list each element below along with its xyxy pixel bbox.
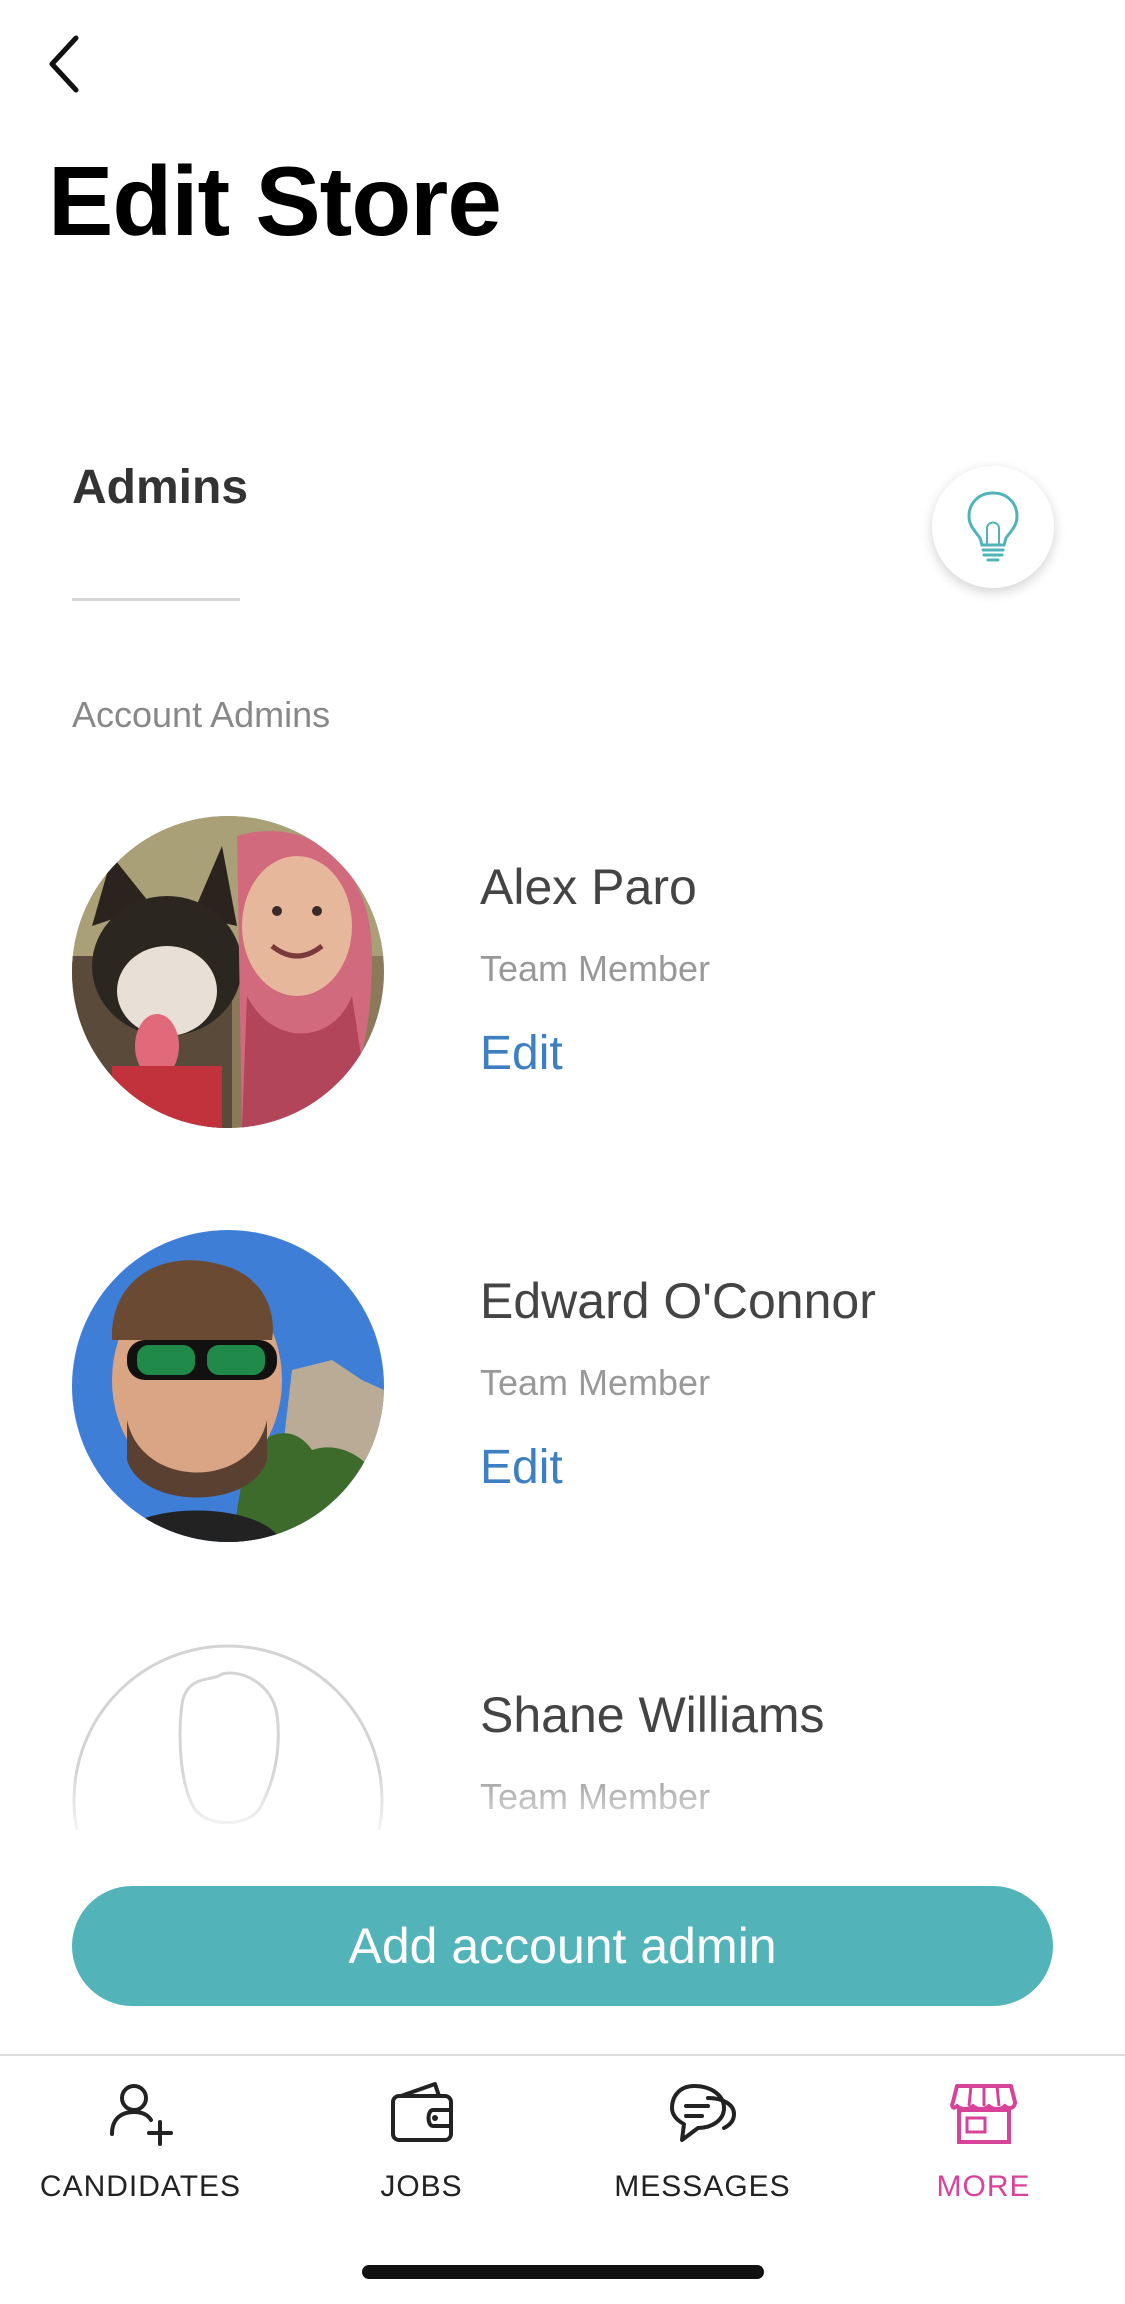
page-title: Edit Store (48, 146, 502, 256)
home-indicator (362, 2265, 764, 2279)
admin-row: Edward O'Connor Team Member Edit (0, 1204, 1125, 1542)
lightbulb-icon (967, 491, 1019, 562)
tab-messages[interactable]: MESSAGES (562, 2076, 843, 2256)
tip-button[interactable] (932, 466, 1054, 588)
chevron-left-icon (49, 35, 79, 93)
avatar (72, 816, 384, 1128)
admin-name: Edward O'Connor (480, 1273, 876, 1329)
back-button[interactable] (40, 28, 100, 100)
admin-list[interactable]: Alex Paro Team Member Edit Edward O'Conn… (0, 790, 1125, 1830)
edit-admin-link[interactable]: Edit (480, 1440, 563, 1495)
admin-role: Team Member (480, 948, 711, 989)
avatar (72, 1230, 384, 1542)
add-account-admin-button[interactable]: Add account admin (72, 1886, 1053, 2006)
section-title: Admins (72, 461, 249, 514)
list-fade (0, 1770, 1125, 1850)
account-admins-label: Account Admins (72, 694, 331, 735)
edit-admin-link[interactable]: Edit (480, 1026, 563, 1081)
admin-name: Shane Williams (480, 1687, 825, 1743)
tab-label: MESSAGES (614, 2170, 791, 2203)
section-underline (72, 598, 240, 601)
tab-more[interactable]: MORE (843, 2076, 1124, 2256)
wallet-icon (390, 2082, 453, 2142)
add-person-icon (109, 2084, 173, 2146)
chat-bubbles-icon (669, 2084, 736, 2142)
tab-label: MORE (936, 2170, 1031, 2203)
tab-label: JOBS (380, 2170, 463, 2203)
store-icon (949, 2084, 1017, 2144)
admin-name: Alex Paro (480, 859, 697, 915)
tab-candidates[interactable]: CANDIDATES (0, 2076, 281, 2256)
tab-label: CANDIDATES (39, 2170, 242, 2203)
admin-role: Team Member (480, 1362, 711, 1403)
admin-row: Alex Paro Team Member Edit (0, 790, 1125, 1128)
tab-jobs[interactable]: JOBS (281, 2076, 562, 2256)
